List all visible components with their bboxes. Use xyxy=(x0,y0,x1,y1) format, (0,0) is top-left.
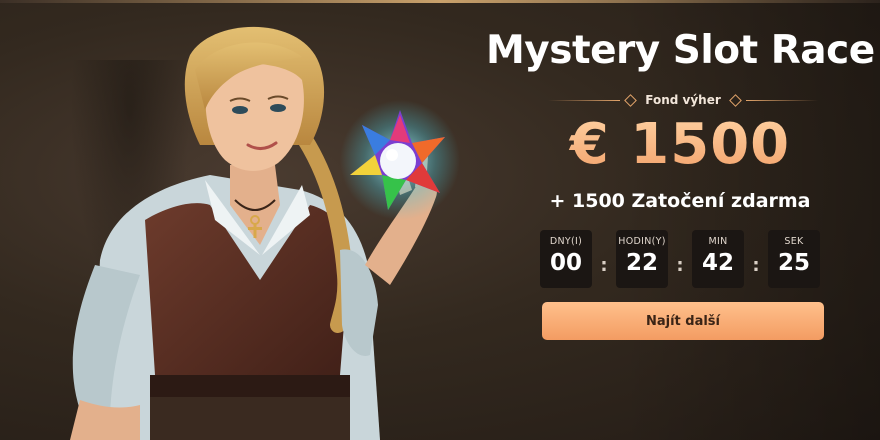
diamond-icon xyxy=(624,93,638,107)
countdown-hours: HODIN(Y) 22 xyxy=(616,230,668,288)
prize-amount: € 1500 xyxy=(480,112,880,177)
countdown-value: 25 xyxy=(777,250,810,276)
diamond-icon xyxy=(728,93,742,107)
countdown-label: HODIN(Y) xyxy=(618,236,666,247)
countdown-timer: DNY(I) 00 : HODIN(Y) 22 : MIN 42 : SEK 2… xyxy=(540,230,824,288)
explorer-character-illustration xyxy=(70,26,460,440)
countdown-value: 22 xyxy=(625,250,658,276)
countdown-label: DNY(I) xyxy=(549,236,583,247)
countdown-value: 00 xyxy=(549,250,582,276)
fund-label: Fond výher xyxy=(645,93,721,107)
countdown-seconds: SEK 25 xyxy=(768,230,820,288)
promo-title: Mystery Slot Race xyxy=(486,28,875,73)
promo-banner: Mystery Slot Race Fond výher € 1500 + 15… xyxy=(0,0,880,440)
divider-left xyxy=(548,99,621,101)
divider-right xyxy=(745,99,819,101)
countdown-separator: : xyxy=(600,254,608,276)
countdown-minutes: MIN 42 xyxy=(692,230,744,288)
countdown-label: MIN xyxy=(708,236,728,247)
free-spins-text: + 1500 Zatočení zdarma xyxy=(549,190,811,212)
countdown-days: DNY(I) 00 xyxy=(540,230,592,288)
countdown-separator: : xyxy=(676,254,684,276)
countdown-label: SEK xyxy=(784,236,804,247)
find-more-button[interactable]: Najít další xyxy=(542,302,824,340)
fund-label-row: Fond výher xyxy=(548,90,819,110)
promo-panel: Mystery Slot Race Fond výher € 1500 + 15… xyxy=(480,0,880,440)
countdown-separator: : xyxy=(752,254,760,276)
countdown-value: 42 xyxy=(701,250,734,276)
